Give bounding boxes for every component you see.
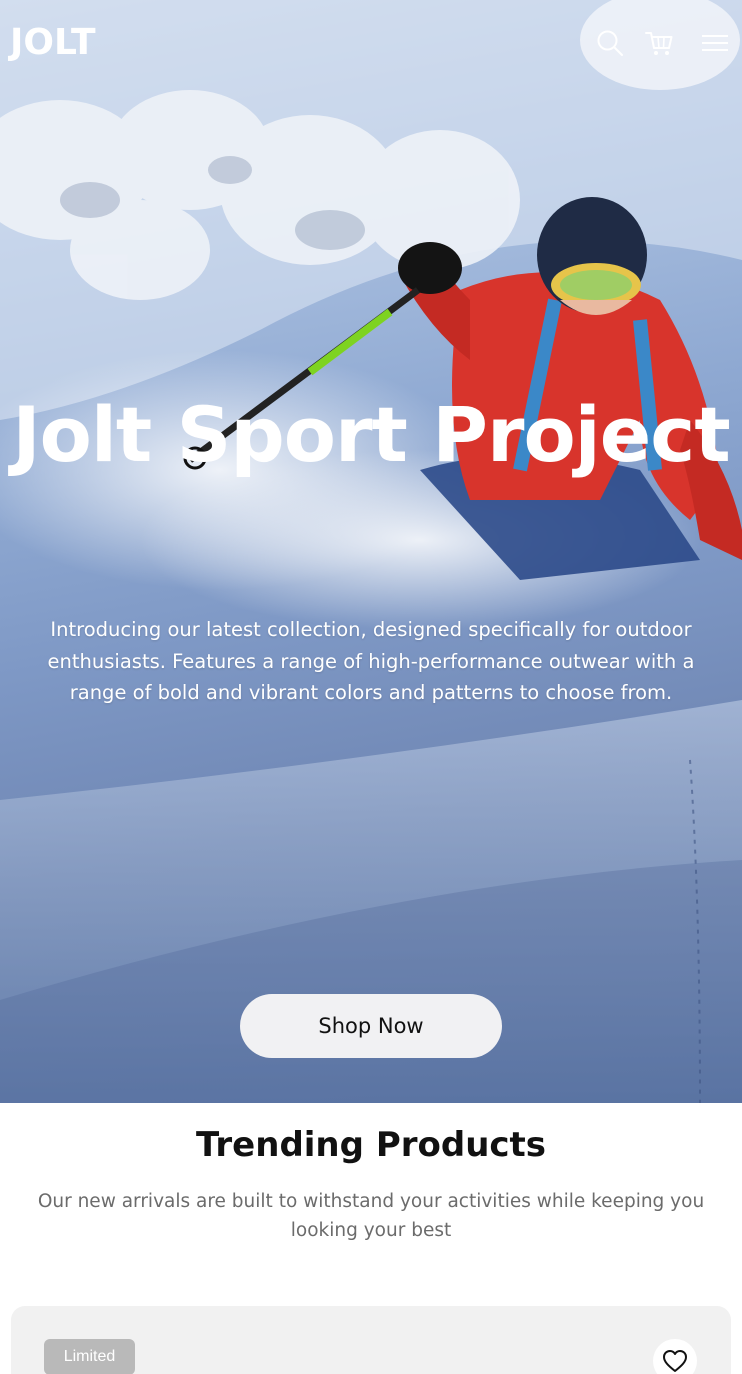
top-navigation-bar: JOLT	[0, 0, 742, 86]
hero-title: Jolt Sport Project	[12, 390, 730, 479]
shop-now-button[interactable]: Shop Now	[240, 994, 502, 1058]
hero-background-image	[0, 0, 742, 1103]
cart-icon[interactable]	[642, 26, 676, 60]
hero-description: Introducing our latest collection, desig…	[47, 618, 695, 704]
brand-logo[interactable]: JOLT	[10, 20, 96, 66]
trending-products-subtitle: Our new arrivals are built to withstand …	[37, 1191, 705, 1241]
hero-section: JOLT Jolt Sport Project Introducing our …	[0, 0, 742, 1103]
trending-products-title: Trending Products	[195, 1125, 547, 1165]
page: JOLT Jolt Sport Project Introducing our …	[0, 0, 742, 1374]
limited-badge: Limited	[44, 1339, 135, 1374]
search-icon[interactable]	[593, 26, 627, 60]
heart-icon[interactable]	[653, 1339, 697, 1374]
menu-icon[interactable]	[698, 26, 732, 60]
product-card[interactable]: Limited	[11, 1306, 731, 1374]
